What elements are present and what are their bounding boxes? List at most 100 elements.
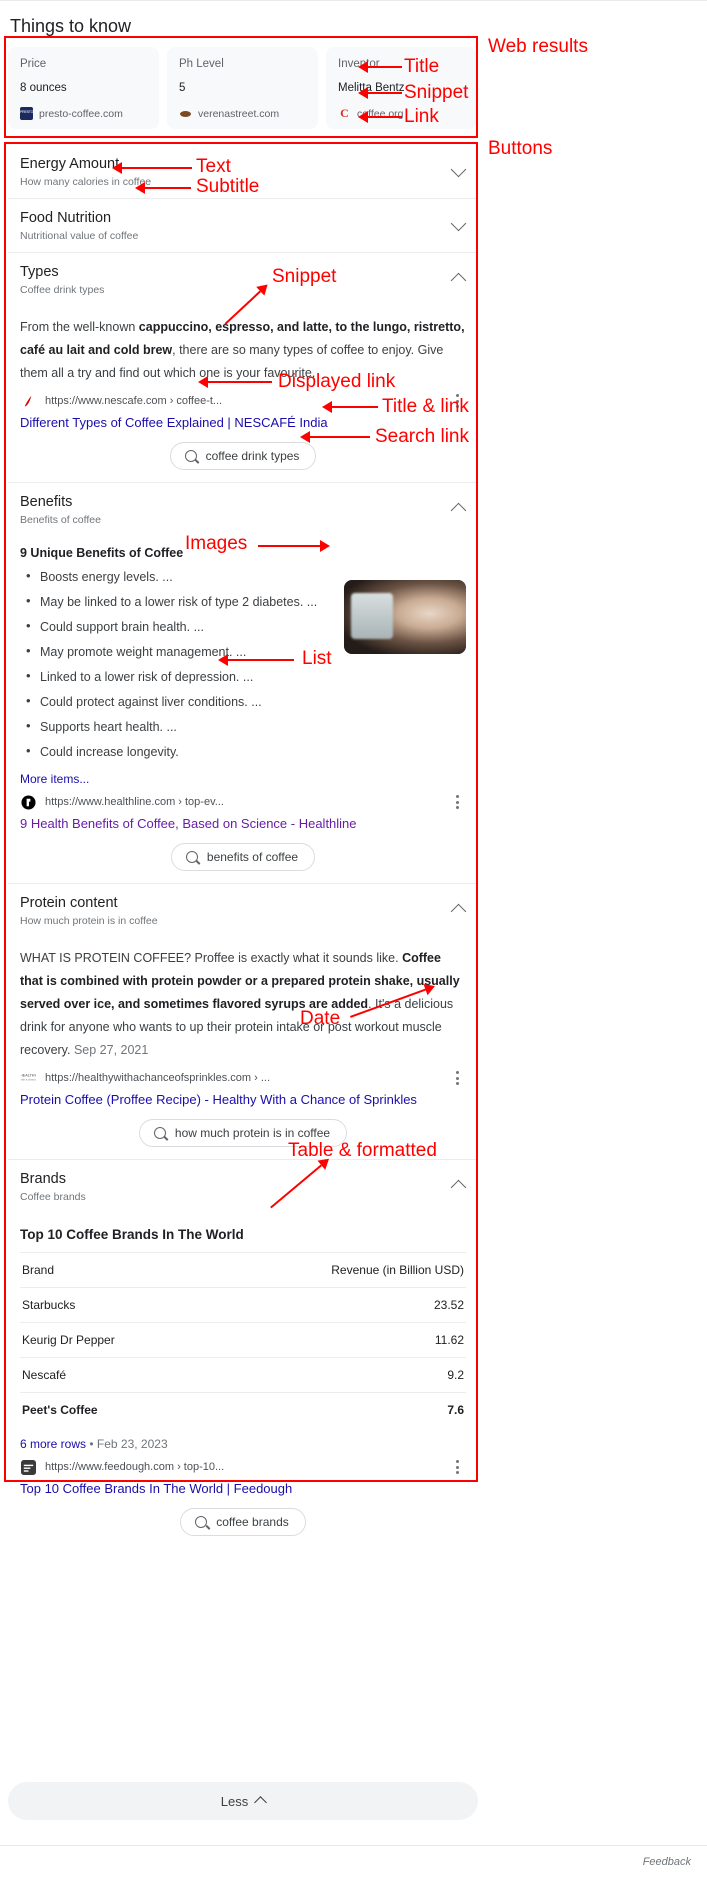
section-food-nutrition: Food Nutrition Nutritional value of coff… [8, 199, 478, 253]
search-chip-wrap: benefits of coffee [20, 843, 466, 871]
bullet-separator: • [86, 1437, 97, 1451]
more-rows-link[interactable]: 6 more rows [20, 1437, 86, 1451]
table-row: Peet's Coffee 7.6 [20, 1392, 466, 1427]
search-icon [185, 851, 198, 863]
annotation-date: Date [300, 1008, 341, 1029]
table-footer-note: 6 more rows • Feb 23, 2023 [20, 1437, 466, 1451]
section-body-types: From the well-known cappuccino, espresso… [8, 306, 478, 482]
table-row: Starbucks 23.52 [20, 1287, 466, 1323]
annotation-images: Images [185, 533, 248, 554]
section-header-types[interactable]: Types Coffee drink types [8, 253, 478, 306]
column-header-brand: Brand [20, 1252, 205, 1288]
chip-label: how much protein is in coffee [174, 1126, 331, 1140]
page-root: Things to know Price 8 ounces presto-cof… [0, 0, 707, 1883]
section-title: Food Nutrition [20, 210, 112, 226]
annotation-buttons: Buttons [488, 138, 553, 159]
result-title-link[interactable]: Protein Coffee (Proffee Recipe) - Health… [20, 1091, 466, 1109]
section-subtitle: Benefits of coffee [20, 514, 101, 526]
card-snippet: 8 ounces [20, 82, 67, 94]
displayed-url[interactable]: https://www.healthline.com › top-ev... [45, 796, 224, 808]
card-price[interactable]: Price 8 ounces presto-coffee.com [8, 47, 159, 129]
section-subtitle: Coffee brands [20, 1191, 86, 1203]
protein-snippet: WHAT IS PROTEIN COFFEE? Proffee is exact… [20, 947, 466, 1062]
cell-revenue: 9.2 [204, 1357, 466, 1393]
search-chip-coffee-brands[interactable]: coffee brands [180, 1508, 306, 1536]
snippet-part: From the well-known [20, 320, 139, 334]
list-item: Boosts energy levels. ... [26, 568, 466, 585]
section-header-food-nutrition[interactable]: Food Nutrition Nutritional value of coff… [8, 199, 478, 252]
list-item: Supports heart health. ... [26, 718, 466, 735]
result-title-link[interactable]: 9 Health Benefits of Coffee, Based on Sc… [20, 815, 466, 833]
list-item: May promote weight management. ... [26, 643, 466, 660]
brands-table: Brand Revenue (in Billion USD) Starbucks… [20, 1252, 466, 1427]
feedback-link[interactable]: Feedback [643, 1856, 691, 1868]
cell-revenue: 7.6 [204, 1392, 466, 1427]
card-link[interactable]: verenastreet.com [179, 107, 306, 120]
benefits-list: Boosts energy levels. ... May be linked … [20, 568, 466, 760]
annotation-text: Text [196, 156, 231, 177]
more-options-icon[interactable] [450, 1070, 464, 1086]
card-link[interactable]: presto-coffee.com [20, 107, 147, 120]
card-snippet: 5 [179, 82, 186, 94]
displayed-url[interactable]: https://www.nescafe.com › coffee-t... [45, 395, 222, 407]
section-title: Protein content [20, 895, 118, 911]
search-icon [195, 1516, 208, 1528]
section-title: Benefits [20, 494, 73, 510]
less-button[interactable]: Less [8, 1782, 478, 1820]
things-to-know-accordion: Energy Amount How many calories in coffe… [8, 145, 478, 1548]
source-row-brands: https://www.feedough.com › top-10... [20, 1459, 466, 1475]
cell-revenue: 11.62 [204, 1322, 466, 1358]
list-item: Could protect against liver conditions. … [26, 693, 466, 710]
annotation-title-and-link: Title & link [382, 396, 469, 417]
annotation-card-snippet: Snippet [404, 82, 469, 103]
more-options-icon[interactable] [450, 1459, 464, 1475]
annotation-displayed-link: Displayed link [278, 371, 396, 392]
annotation-link: Link [404, 106, 439, 127]
search-icon [153, 1127, 166, 1139]
section-subtitle: Coffee drink types [20, 284, 105, 296]
chip-label: coffee brands [216, 1515, 289, 1529]
annotation-title: Title [404, 56, 440, 77]
types-snippet: From the well-known cappuccino, espresso… [20, 316, 466, 385]
search-icon [184, 450, 197, 462]
list-item: May be linked to a lower risk of type 2 … [26, 593, 466, 610]
cell-brand: Peet's Coffee [20, 1392, 205, 1427]
more-items-link[interactable]: More items... [20, 772, 466, 786]
annotation-subtitle: Subtitle [196, 176, 260, 197]
search-chip-benefits-of-coffee[interactable]: benefits of coffee [170, 843, 316, 871]
section-title: Types [20, 264, 59, 280]
displayed-url[interactable]: https://www.feedough.com › top-10... [45, 1461, 224, 1473]
section-protein-content: Protein content How much protein is in c… [8, 884, 478, 1160]
search-chip-coffee-drink-types[interactable]: coffee drink types [169, 442, 317, 470]
source-row-benefits: https://www.healthline.com › top-ev... [20, 794, 466, 810]
result-title-link[interactable]: Top 10 Coffee Brands In The World | Feed… [20, 1480, 466, 1498]
feedough-favicon-icon [20, 1459, 36, 1475]
list-item: Could increase longevity. [26, 743, 466, 760]
nescafe-favicon-icon [20, 393, 36, 409]
section-header-protein-content[interactable]: Protein content How much protein is in c… [8, 884, 478, 937]
more-options-icon[interactable] [450, 794, 464, 810]
table-row: Nescafé 9.2 [20, 1357, 466, 1393]
presto-favicon-icon [20, 107, 33, 120]
less-label: Less [220, 1793, 249, 1809]
chevron-up-icon [254, 1796, 268, 1809]
cell-brand: Starbucks [20, 1287, 205, 1323]
top-divider [0, 0, 707, 1]
card-link-label: presto-coffee.com [39, 107, 123, 120]
footer-divider [0, 1845, 707, 1846]
displayed-url[interactable]: https://healthywithachanceofsprinkles.co… [45, 1072, 270, 1084]
chip-label: benefits of coffee [206, 850, 299, 864]
benefits-image[interactable] [344, 580, 466, 654]
section-header-brands[interactable]: Brands Coffee brands [8, 1160, 478, 1213]
card-link-label: verenastreet.com [198, 107, 280, 120]
healthline-favicon-icon [20, 794, 36, 810]
svg-text:with a chance: with a chance [21, 1077, 36, 1081]
card-ph-level[interactable]: Ph Level 5 verenastreet.com [167, 47, 318, 129]
section-title: Energy Amount [20, 156, 120, 172]
list-item: Linked to a lower risk of depression. ..… [26, 668, 466, 685]
annotation-search-link: Search link [375, 426, 469, 447]
annotation-snippet: Snippet [272, 266, 337, 287]
section-header-benefits[interactable]: Benefits Benefits of coffee [8, 483, 478, 536]
coffeeorg-favicon-icon: C [340, 106, 349, 120]
annotation-web-results: Web results [488, 36, 588, 57]
